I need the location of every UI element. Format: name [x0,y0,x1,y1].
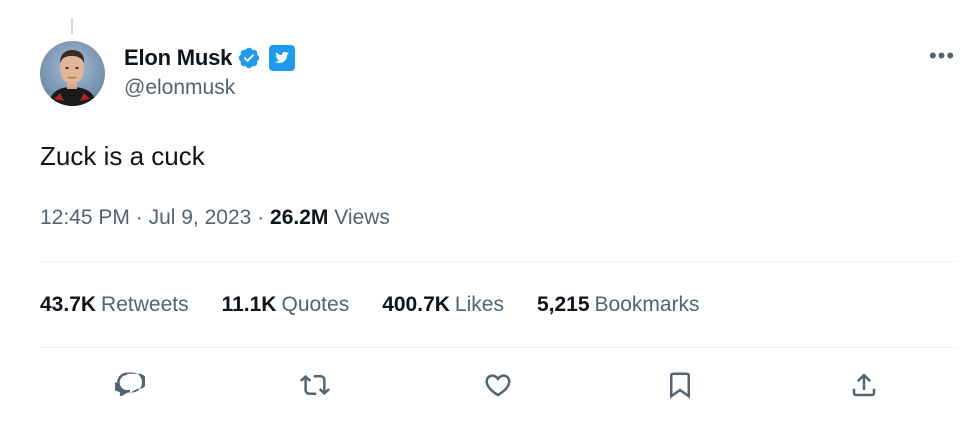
stat-count: 5,215 [536,293,590,316]
share-button[interactable] [842,360,886,410]
stat-bookmarks[interactable]: 5,215 Bookmarks [537,293,700,317]
tweet-time[interactable]: 12:45 PM [40,206,130,229]
stat-count: 11.1K [221,293,277,316]
stat-quotes[interactable]: 11.1K Quotes [222,293,350,317]
tweet-meta: 12:45 PM · Jul 9, 2023 · 26.2M Views [40,204,390,232]
views-label: Views [334,206,390,229]
name-row: Elon Musk [124,44,296,72]
bookmark-icon [670,372,690,399]
reply-button[interactable] [108,360,152,410]
divider [40,347,956,348]
views-count: 26.2M [270,206,329,229]
meta-separator: · [135,206,143,229]
tweet-date[interactable]: Jul 9, 2023 [149,206,252,229]
reply-icon [115,372,145,397]
like-icon [485,374,511,397]
share-icon [852,373,876,397]
action-bar [40,360,956,410]
tweet-text: Zuck is a cuck [40,141,205,171]
retweet-icon [300,374,330,396]
tweet-header: Elon Musk @elonmusk ••• [40,41,956,107]
stat-label: Retweets [101,293,189,316]
stat-label: Likes [454,293,504,316]
verified-badge-icon[interactable] [237,46,261,70]
stat-retweets[interactable]: 43.7K Retweets [40,293,189,317]
meta-separator: · [257,206,265,229]
retweet-button[interactable] [293,360,337,410]
twitter-bird-badge-icon[interactable] [269,45,296,71]
avatar[interactable] [40,41,105,106]
tweet-page: Elon Musk @elonmusk ••• Zuck is a cuck 1… [0,0,980,438]
stat-label: Bookmarks [594,293,700,316]
like-button[interactable] [476,360,520,410]
avatar-image [40,41,105,106]
handle[interactable]: @elonmusk [124,76,235,100]
more-options-icon[interactable]: ••• [928,43,956,68]
stat-likes[interactable]: 400.7K Likes [382,293,504,317]
stat-label: Quotes [281,293,350,316]
bookmark-button[interactable] [658,360,702,410]
stat-count: 400.7K [382,293,450,316]
display-name[interactable]: Elon Musk [124,45,232,71]
engagement-stats: 43.7K Retweets 11.1K Quotes 400.7K Likes… [40,290,733,320]
tweet-detail: Elon Musk @elonmusk ••• Zuck is a cuck 1… [40,0,956,438]
stat-count: 43.7K [40,293,97,316]
divider [40,261,956,262]
